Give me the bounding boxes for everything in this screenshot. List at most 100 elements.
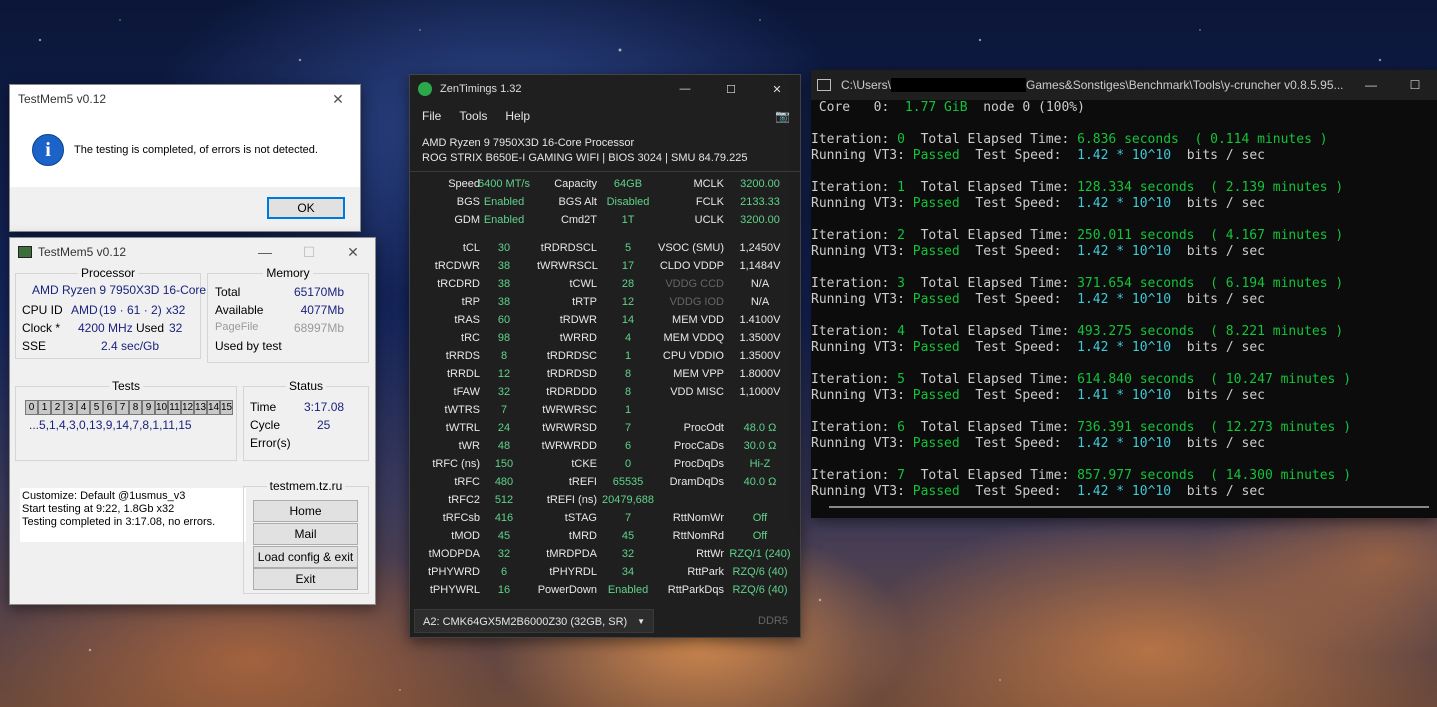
cpu-id-label: CPU ID	[22, 303, 63, 317]
menu-help[interactable]: Help	[505, 109, 530, 123]
timing-value: 30.0 Ω	[743, 440, 777, 452]
iteration-label: Iteration:	[811, 324, 898, 339]
cycle-label: Cycle	[250, 418, 281, 432]
speed-unit: bits / sec	[1171, 244, 1265, 259]
title-bar: TestMem5 v0.12 — ☐ ✕	[10, 238, 375, 266]
cpu-name: AMD Ryzen 9 7950X3D 16-Core	[32, 283, 207, 297]
iteration-label: Iteration:	[811, 468, 898, 483]
close-button[interactable]: ✕	[754, 83, 800, 96]
speed-label: Test Speed:	[959, 484, 1078, 499]
timing-value: 512	[494, 494, 514, 506]
iteration-label: Iteration:	[811, 276, 898, 291]
menu-file[interactable]: File	[422, 109, 441, 123]
timing-label: tCKE	[571, 458, 597, 470]
home-button[interactable]: Home	[253, 500, 358, 522]
timing-value: 3200.00	[740, 178, 780, 190]
maximize-button[interactable]: ☐	[287, 238, 331, 266]
timing-label: tCWL	[569, 278, 598, 290]
minimize-button[interactable]: —	[662, 83, 708, 95]
close-button[interactable]: ✕	[331, 238, 375, 266]
log-line: Testing completed in 3:17.08, no errors.	[22, 516, 216, 528]
passed-status: Passed	[912, 436, 960, 451]
speed-value: 1.42 * 10^10	[1077, 148, 1172, 163]
passed-status: Passed	[912, 196, 960, 211]
maximize-button[interactable]: ☐	[708, 83, 754, 96]
minimize-button[interactable]: —	[243, 238, 287, 266]
message-dialog: TestMem5 v0.12 ✕ i The testing is comple…	[9, 84, 361, 232]
timing-value: RZQ/6 (40)	[732, 566, 788, 578]
scrollbar[interactable]	[829, 506, 1429, 508]
running-label: Running VT3:	[811, 292, 913, 307]
speed-value: 1.41 * 10^10	[1077, 388, 1172, 403]
tests-label: Tests	[108, 379, 143, 393]
timing-value: 20479,688	[602, 494, 654, 506]
elapsed-label: Total Elapsed Time:	[904, 276, 1078, 291]
elapsed-minutes: ( 12.273 minutes )	[1210, 420, 1352, 435]
timing-value: 6	[500, 566, 508, 578]
timing-label: tRRDL	[446, 368, 480, 380]
load-config-button[interactable]: Load config & exit	[253, 546, 358, 568]
timing-label: tRP	[461, 296, 480, 308]
elapsed-minutes: ( 10.247 minutes )	[1210, 372, 1352, 387]
timing-value: 1,1000V	[739, 386, 781, 398]
camera-icon[interactable]: 📷	[775, 109, 790, 123]
timing-label: tRDRDSD	[546, 368, 597, 380]
mail-button[interactable]: Mail	[253, 523, 358, 545]
timing-label: tRFC2	[448, 494, 480, 506]
timing-label: tRTP	[572, 296, 597, 308]
info-icon: i	[32, 134, 64, 166]
elapsed-seconds: 128.334 seconds	[1077, 180, 1195, 195]
timing-value: 8	[500, 350, 508, 362]
iteration-number: 3	[897, 276, 905, 291]
timing-value: 48.0 Ω	[743, 422, 777, 434]
running-label: Running VT3:	[811, 388, 913, 403]
zentimings-window: ZenTimings 1.32 — ☐ ✕ File Tools Help 📷 …	[409, 74, 801, 638]
title-suffix: Games&Sonstiges\Benchmark\Tools\y-crunch…	[1026, 78, 1344, 92]
elapsed-label: Total Elapsed Time:	[904, 372, 1078, 387]
timing-label: tMRD	[568, 530, 597, 542]
menu-tools[interactable]: Tools	[459, 109, 487, 123]
elapsed-seconds: 371.654 seconds	[1077, 276, 1195, 291]
timing-value: 30	[497, 242, 511, 254]
timing-value: 1	[624, 404, 632, 416]
board-info: ROG STRIX B650E-I GAMING WIFI | BIOS 302…	[422, 152, 748, 164]
timing-label: tREFI (ns)	[546, 494, 597, 506]
elapsed-seconds: 493.275 seconds	[1077, 324, 1195, 339]
exit-button[interactable]: Exit	[253, 568, 358, 590]
timing-label: tRFC (ns)	[432, 458, 480, 470]
timing-label: tWRWRDD	[541, 440, 597, 452]
close-button[interactable]: ✕	[316, 85, 360, 113]
terminal-line: Iteration: 1 Total Elapsed Time: 128.334…	[811, 180, 1343, 196]
timing-label: VDDG CCD	[665, 278, 724, 290]
test-cell: 11	[168, 400, 181, 415]
elapsed-label: Total Elapsed Time:	[904, 468, 1078, 483]
timing-label: tPHYWRL	[429, 584, 480, 596]
timing-value: 48	[497, 440, 511, 452]
timing-value: 38	[497, 260, 511, 272]
memory-label: Memory	[263, 266, 313, 280]
ok-button[interactable]: OK	[267, 197, 345, 219]
timing-label: RttPark	[687, 566, 724, 578]
timing-label: tWTRL	[445, 422, 480, 434]
sse-label: SSE	[22, 339, 47, 353]
test-cell: 13	[194, 400, 207, 415]
timing-label: GDM	[454, 214, 480, 226]
iteration-label: Iteration:	[811, 180, 898, 195]
test-cells: 0 1 2 3 4 5 6 7 8 9 10 11 12 13 14 15	[25, 399, 233, 415]
maximize-button[interactable]: ☐	[1393, 78, 1437, 92]
timing-label: tRFCsb	[442, 512, 480, 524]
speed-unit: bits / sec	[1171, 196, 1265, 211]
iteration-number: 2	[897, 228, 905, 243]
window-title: ZenTimings 1.32	[440, 83, 522, 95]
timing-label: tCL	[462, 242, 480, 254]
minimize-button[interactable]: —	[1349, 78, 1393, 92]
ddr-type: DDR5	[758, 615, 788, 627]
elapsed-minutes: ( 2.139 minutes )	[1210, 180, 1344, 195]
running-label: Running VT3:	[811, 436, 913, 451]
elapsed-label: Total Elapsed Time:	[904, 228, 1078, 243]
timing-label: RttNomRd	[672, 530, 724, 542]
elapsed-seconds: 250.011 seconds	[1077, 228, 1195, 243]
passed-status: Passed	[912, 388, 960, 403]
module-select[interactable]: A2: CMK64GX5M2B6000Z30 (32GB, SR) ▼	[414, 609, 654, 633]
terminal-line: Running VT3: Passed Test Speed: 1.42 * 1…	[811, 484, 1265, 500]
